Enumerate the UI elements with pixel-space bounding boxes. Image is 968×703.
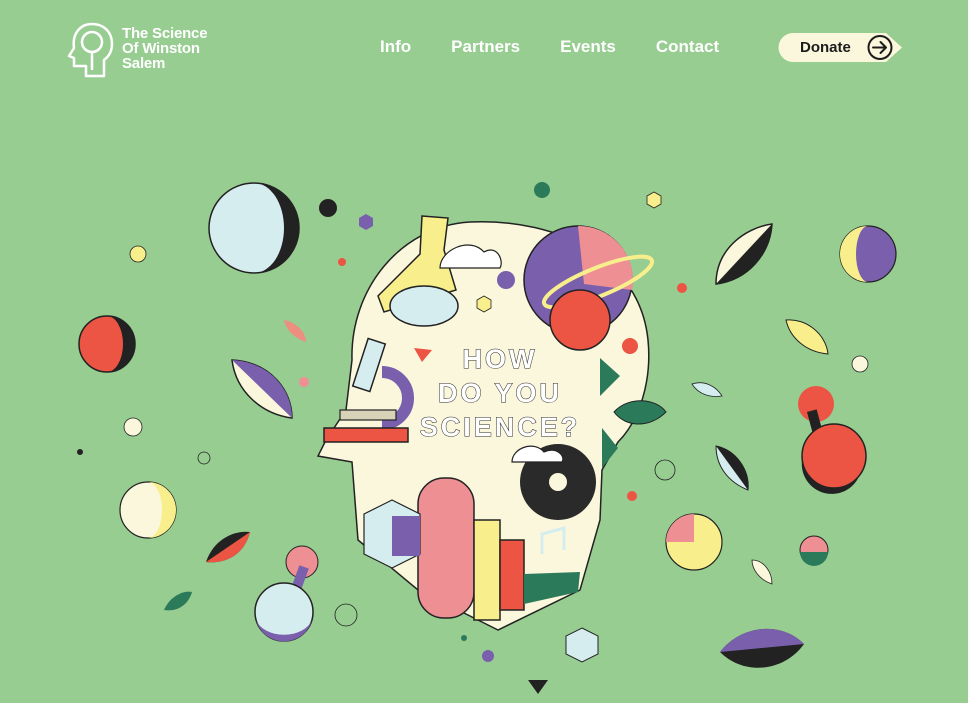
hero-headline: HOW DO YOU SCIENCE?	[400, 342, 600, 444]
home-logo-link[interactable]: The Science Of Winston Salem	[66, 22, 208, 78]
nav-item-contact[interactable]: Contact	[656, 36, 719, 58]
dot-white-2	[123, 417, 143, 437]
dot-black-1	[319, 199, 337, 217]
page: The Science Of Winston Salem Info Partne…	[0, 0, 968, 703]
dot-red-1	[338, 258, 346, 266]
dot-white-1	[851, 355, 869, 373]
leaf-green-small	[164, 591, 192, 611]
leaf-yellow	[785, 319, 829, 355]
building-yellow	[473, 519, 501, 621]
moon-yellow-pink	[666, 514, 694, 542]
hexagon-blue	[565, 627, 599, 663]
record-label	[549, 473, 567, 491]
moon-pink-green	[800, 552, 828, 566]
dot-red-4	[627, 491, 637, 501]
head-outline-logo-icon	[67, 22, 114, 78]
dot-green-1	[534, 182, 550, 198]
hex-yellow-1	[646, 191, 662, 209]
dot-red-2	[677, 283, 687, 293]
arrow-right-circle-icon	[867, 35, 893, 60]
dot-yellow-1	[129, 245, 147, 263]
headline-line-3: SCIENCE?	[419, 412, 581, 443]
main-nav: Info Partners Events Contact	[380, 36, 759, 58]
dot-purple-1	[482, 650, 494, 662]
cube-purple	[392, 516, 420, 556]
building-red	[499, 539, 525, 611]
headline-line-1: HOW	[462, 344, 538, 375]
logo-line-3: Salem	[122, 55, 166, 72]
hex-yellow-2	[476, 295, 492, 313]
flask-liquid	[389, 285, 459, 327]
building-pink	[417, 477, 475, 619]
hero-section: HOW DO YOU SCIENCE?	[0, 100, 968, 703]
microscope-base	[323, 427, 409, 443]
hex-purple-1	[359, 214, 373, 230]
nav-item-info[interactable]: Info	[380, 36, 411, 58]
donate-label: Donate	[800, 39, 851, 56]
leaf-blue-black-half	[716, 446, 749, 490]
logo-wordmark: The Science Of Winston Salem	[122, 25, 208, 72]
leaf-cream-small	[751, 559, 773, 585]
dot-red-3	[622, 338, 638, 354]
donate-button[interactable]: Donate	[778, 32, 902, 63]
headline-line-2: DO YOU	[437, 378, 563, 409]
dot-green-2	[461, 635, 467, 641]
red-planet	[549, 289, 611, 351]
logo-line-1: The Science	[122, 25, 208, 42]
ring-2	[654, 459, 676, 481]
leaf-pink-small	[284, 320, 306, 342]
dot-pink-1	[299, 377, 309, 387]
logo-line-2: Of Winston	[122, 40, 200, 57]
dot-purple-2	[497, 271, 515, 289]
triangle-black	[528, 680, 548, 694]
nav-item-partners[interactable]: Partners	[451, 36, 520, 58]
ring-3	[334, 603, 358, 627]
nav-item-events[interactable]: Events	[560, 36, 616, 58]
microscope-stage	[339, 409, 397, 421]
dot-black-2	[77, 449, 83, 455]
ring-1	[197, 451, 211, 465]
site-header: The Science Of Winston Salem Info Partne…	[0, 0, 968, 100]
leaf-blue-small	[691, 382, 723, 397]
